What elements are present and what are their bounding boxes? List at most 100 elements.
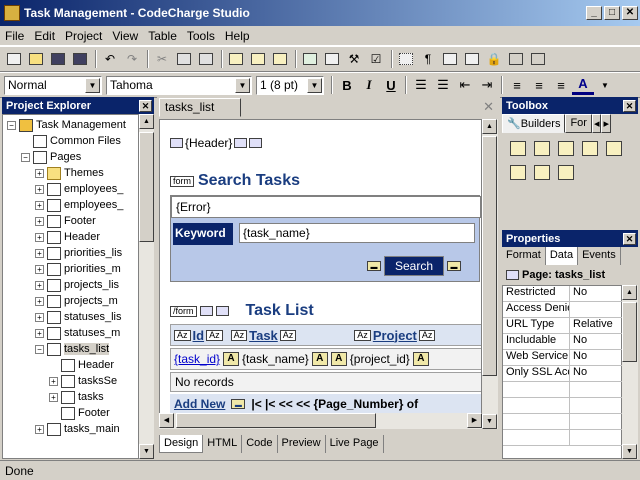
search-button[interactable]: Search	[384, 256, 445, 276]
align-center-icon[interactable]: ≡	[528, 75, 550, 95]
tree-item[interactable]: + projects_lis	[35, 277, 119, 293]
open-icon[interactable]	[26, 49, 46, 69]
close-icon[interactable]: ✕	[623, 99, 636, 112]
underline-button[interactable]: U	[380, 75, 402, 95]
scroll-down-icon[interactable]: ▼	[482, 414, 497, 429]
tab-code[interactable]: Code	[242, 435, 278, 453]
chevron-down-icon[interactable]: ▼	[85, 77, 100, 93]
tree-item[interactable]: + priorities_m	[35, 261, 121, 277]
menu-builder-icon[interactable]	[534, 165, 550, 180]
tree-item[interactable]: Header	[49, 357, 114, 373]
tab-builders[interactable]: 🔧Builders	[502, 114, 566, 133]
scroll-left-icon[interactable]: ◂	[591, 114, 602, 133]
indent-icon[interactable]: ⇥	[476, 75, 498, 95]
expand-icon[interactable]: +	[35, 424, 44, 434]
expand-icon[interactable]: +	[35, 280, 44, 290]
scroll-down-icon[interactable]: ▼	[622, 444, 637, 459]
redo-icon[interactable]: ↷	[122, 49, 142, 69]
scroll-right-icon[interactable]: ▸	[601, 114, 612, 133]
record-builder-icon[interactable]	[534, 141, 550, 156]
maximize-button[interactable]: □	[604, 6, 620, 20]
add-new-link[interactable]: Add New	[174, 397, 225, 411]
style-select[interactable]: Normal ▼	[4, 75, 102, 95]
scroll-thumb[interactable]	[622, 302, 637, 362]
tree-scrollbar[interactable]: ▲ ▼	[139, 114, 154, 459]
tab-forms[interactable]: For	[565, 114, 592, 133]
properties-icon[interactable]	[322, 49, 342, 69]
sort-icon[interactable]: Az	[418, 329, 436, 341]
tree-item[interactable]: + Themes	[35, 165, 104, 181]
close-button[interactable]: ✕	[622, 6, 638, 20]
new-icon[interactable]	[4, 49, 24, 69]
tree-item[interactable]: Footer	[49, 405, 110, 421]
save-all-icon[interactable]	[70, 49, 90, 69]
property-value[interactable]: No	[570, 286, 587, 301]
properties-scrollbar[interactable]: ▲ ▼	[622, 285, 638, 459]
scroll-left-icon[interactable]: ◀	[159, 413, 174, 428]
scroll-down-icon[interactable]: ▼	[139, 444, 154, 459]
expand-icon[interactable]: +	[35, 216, 44, 226]
project-tree[interactable]: − Task Management Common Files − Pages + Theme…	[2, 114, 139, 459]
form-icon[interactable]	[462, 49, 482, 69]
align-right-icon[interactable]: ≡	[550, 75, 572, 95]
menu-project[interactable]: Project	[60, 29, 107, 43]
directory-builder-icon[interactable]	[606, 141, 622, 156]
collapse-icon[interactable]: −	[7, 120, 16, 130]
layer-icon[interactable]	[506, 49, 526, 69]
tree-item[interactable]: − Pages	[21, 149, 81, 165]
property-row[interactable]: Only SSL Acc No	[503, 366, 623, 382]
property-value[interactable]	[570, 302, 573, 317]
paste-icon[interactable]	[196, 49, 216, 69]
column-task[interactable]: Task	[249, 328, 278, 343]
menu-file[interactable]: File	[0, 29, 29, 43]
canvas-vscrollbar[interactable]: ▲ ▼	[482, 119, 498, 429]
property-value[interactable]: No	[570, 334, 587, 349]
column-id[interactable]: Id	[193, 328, 205, 343]
minimize-button[interactable]: _	[586, 6, 602, 20]
size-select[interactable]: 1 (8 pt) ▼	[256, 75, 324, 95]
property-row[interactable]: Includable No	[503, 334, 623, 350]
calendar-builder-icon[interactable]	[558, 165, 574, 180]
copy-icon[interactable]	[174, 49, 194, 69]
tree-item[interactable]: Common Files	[21, 133, 121, 149]
bold-button[interactable]: B	[336, 75, 358, 95]
grid-icon[interactable]	[396, 49, 416, 69]
outdent-icon[interactable]: ⇤	[454, 75, 476, 95]
property-value[interactable]: No	[570, 350, 587, 365]
scroll-up-icon[interactable]: ▲	[139, 114, 154, 129]
scroll-thumb[interactable]	[139, 132, 154, 242]
menu-help[interactable]: Help	[220, 29, 255, 43]
page-icon[interactable]	[226, 49, 246, 69]
checklist-icon[interactable]: ☑	[366, 49, 386, 69]
menu-view[interactable]: View	[107, 29, 143, 43]
sort-icon[interactable]: Az	[354, 329, 371, 341]
tab-tasks-list[interactable]: tasks_list	[159, 98, 241, 117]
tab-live-page[interactable]: Live Page	[326, 435, 384, 453]
scroll-up-icon[interactable]: ▲	[622, 285, 637, 300]
grid-builder-icon[interactable]	[510, 141, 526, 156]
paragraph-icon[interactable]: ¶	[418, 49, 438, 69]
close-icon[interactable]: ✕	[623, 232, 636, 245]
close-icon[interactable]: ✕	[139, 99, 152, 112]
search-builder-icon[interactable]	[558, 141, 574, 156]
tab-format[interactable]: Format	[502, 247, 546, 265]
keyword-input[interactable]: {task_name}	[239, 223, 475, 243]
design-canvas[interactable]: {Header} form Search Tasks {Error} Keywo…	[159, 119, 482, 429]
tree-item[interactable]: + Footer	[35, 213, 96, 229]
menu-table[interactable]: Table	[143, 29, 182, 43]
font-select[interactable]: Tahoma ▼	[106, 75, 252, 95]
expand-icon[interactable]: +	[35, 328, 44, 338]
expand-icon[interactable]: +	[49, 376, 58, 386]
font-color-button[interactable]: A	[572, 75, 594, 95]
tree-item[interactable]: + Header	[35, 229, 100, 245]
navigator[interactable]: |< |< << << {Page_Number} of	[251, 397, 418, 411]
expand-icon[interactable]: +	[49, 392, 58, 402]
collapse-icon[interactable]: −	[21, 152, 30, 162]
task-id-field[interactable]: {task_id}	[174, 352, 220, 366]
expand-icon[interactable]: +	[35, 200, 44, 210]
save-icon[interactable]	[48, 49, 68, 69]
undo-icon[interactable]: ↶	[100, 49, 120, 69]
sort-icon[interactable]: Az	[174, 329, 191, 341]
numbered-list-icon[interactable]: ☰	[410, 75, 432, 95]
sort-icon[interactable]: Az	[230, 329, 248, 341]
